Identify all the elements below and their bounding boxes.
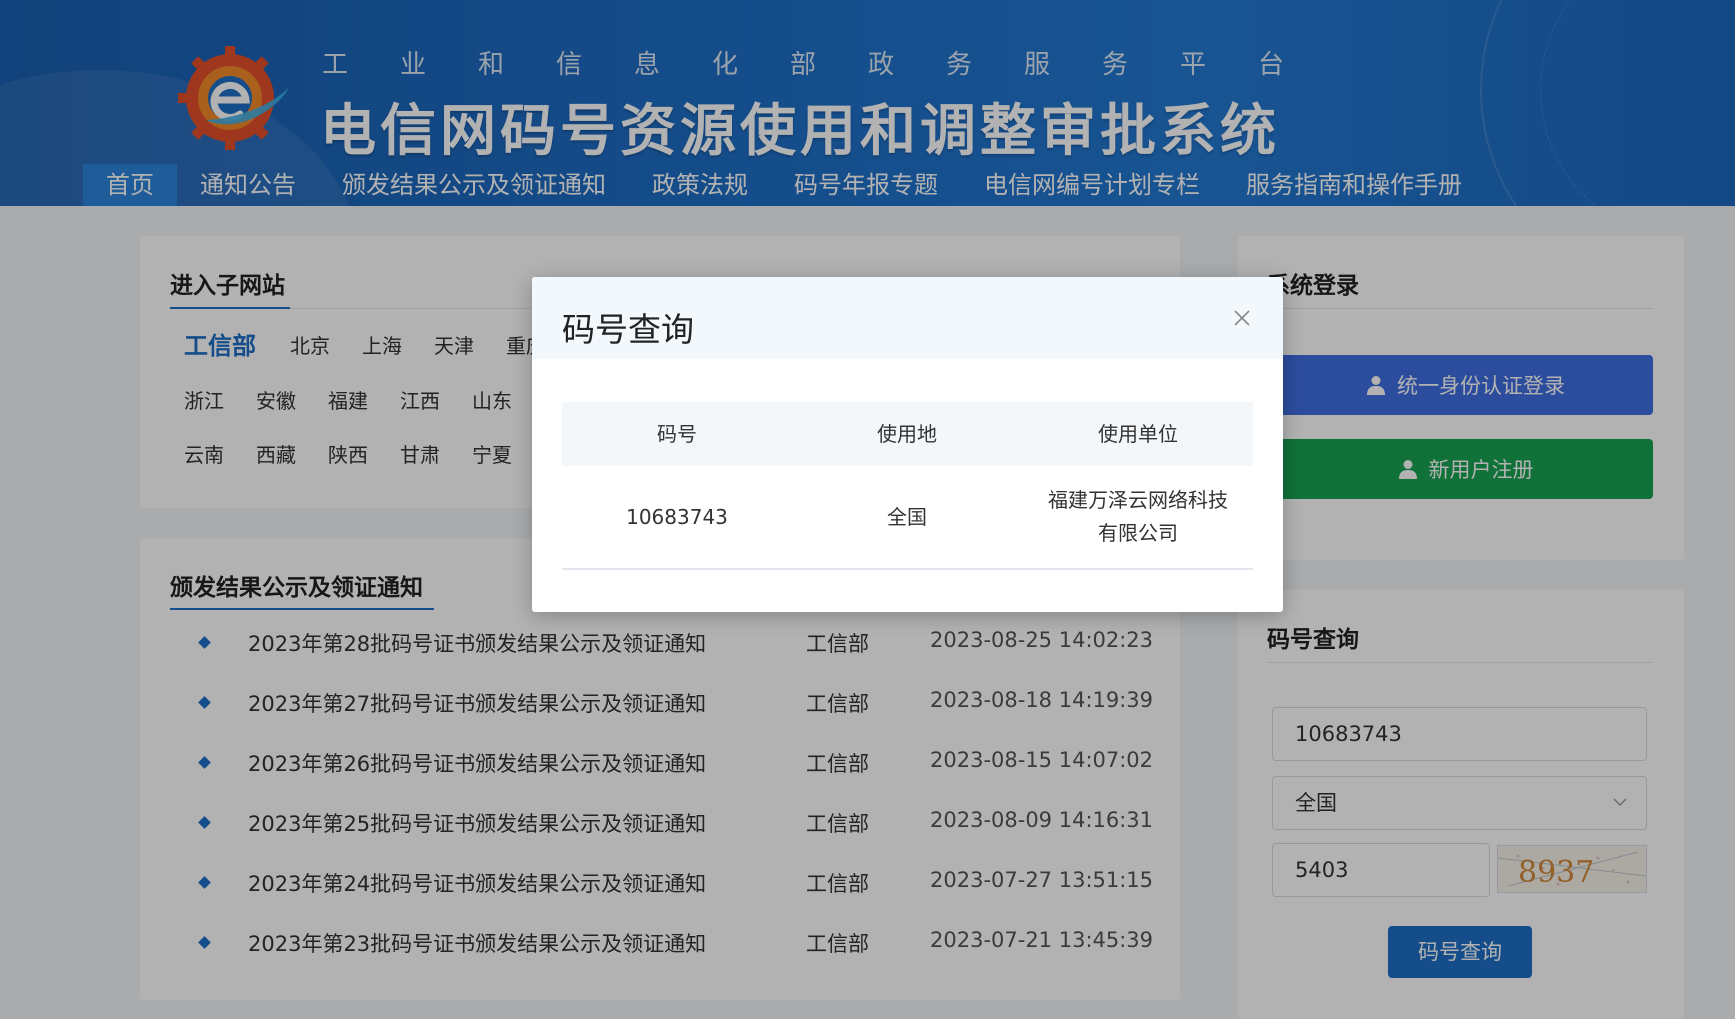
row-divider (562, 568, 1253, 570)
close-icon[interactable] (1227, 303, 1257, 333)
table-header: 码号 使用地 使用单位 (562, 402, 1253, 466)
cell-number: 10683743 (626, 504, 728, 529)
cell-unit: 福建万泽云网络科技 有限公司 (1023, 466, 1253, 568)
modal-title: 码号查询 (562, 310, 694, 349)
column-header-region: 使用地 (877, 422, 937, 446)
cell-region: 全国 (887, 504, 927, 529)
column-header-number: 码号 (657, 422, 697, 446)
unit-line: 福建万泽云网络科技 (1048, 488, 1228, 512)
modal-header: 码号查询 (532, 277, 1283, 359)
number-query-modal: 码号查询 码号 使用地 使用单位 10683743 全国 福建万泽云网络科技 有… (532, 277, 1283, 612)
column-header-unit: 使用单位 (1098, 422, 1178, 446)
unit-line: 有限公司 (1098, 521, 1178, 545)
